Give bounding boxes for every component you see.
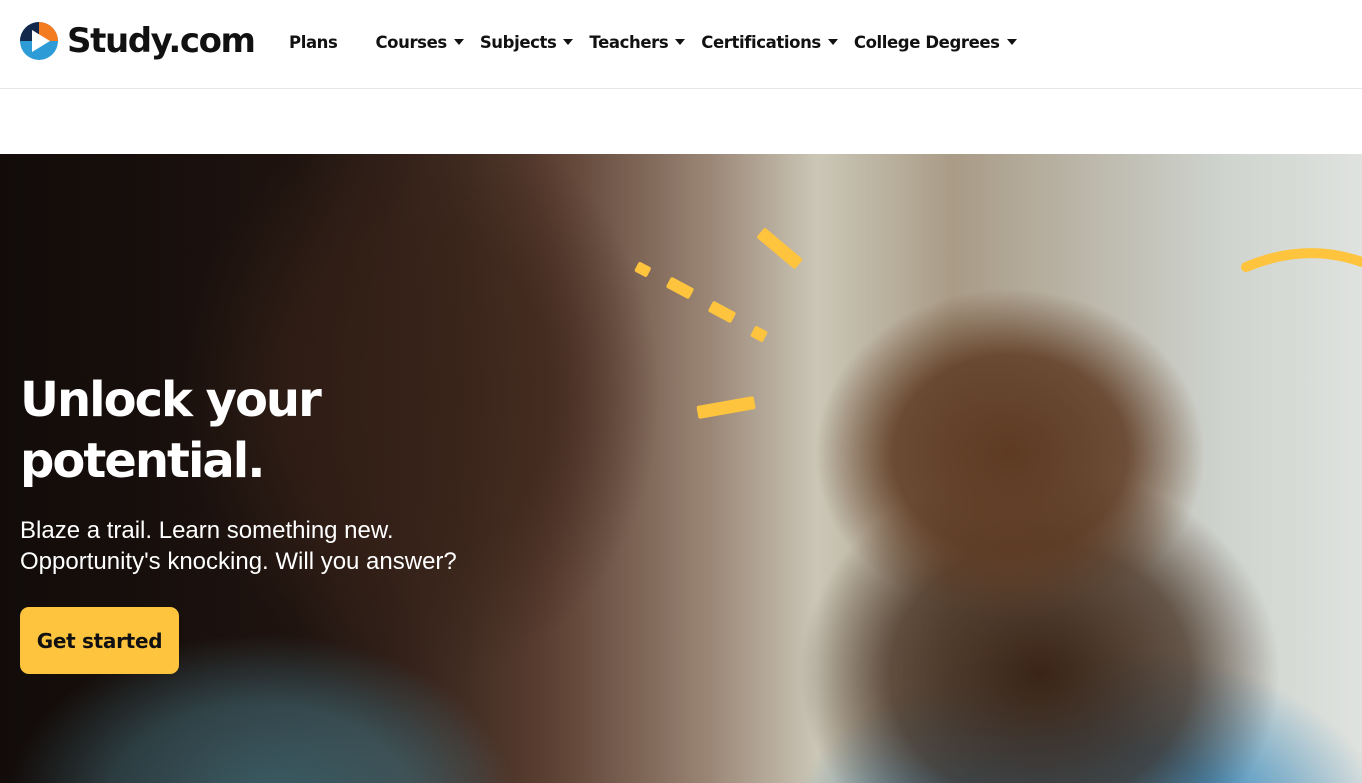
nav-subjects[interactable]: Subjects (480, 33, 574, 52)
nav-plans[interactable]: Plans (289, 32, 338, 52)
caret-down-icon (1006, 39, 1017, 45)
hero-subtext-line-2: Opportunity's knocking. Will you answer? (20, 548, 457, 575)
nav-college-degrees[interactable]: College Degrees (854, 33, 1017, 52)
hero-subtext-line-1: Blaze a trail. Learn something new. (20, 517, 394, 544)
caret-down-icon (563, 39, 574, 45)
nav-teachers-label: Teachers (589, 32, 669, 52)
logo-wordmark: Study.com (67, 21, 256, 61)
nav-certifications[interactable]: Certifications (701, 33, 838, 52)
site-header: Study.com Plans Courses Subjects Teacher… (0, 0, 1362, 89)
hero-banner: Unlock your potential. Blaze a trail. Le… (0, 154, 1362, 783)
main-nav: Plans Courses Subjects Teachers Certific… (289, 28, 1017, 56)
study-logo-icon (20, 22, 58, 60)
hero-subtext: Blaze a trail. Learn something new. Oppo… (20, 515, 540, 577)
site-logo[interactable]: Study.com (19, 20, 256, 62)
caret-down-icon (675, 39, 686, 45)
nav-certifications-label: Certifications (701, 32, 821, 52)
nav-courses[interactable]: Courses (375, 32, 464, 52)
nav-courses-label: Courses (375, 32, 447, 52)
nav-plans-label: Plans (289, 32, 338, 52)
nav-subjects-label: Subjects (479, 32, 557, 52)
caret-down-icon (827, 39, 838, 45)
nav-college-degrees-label: College Degrees (853, 32, 1000, 52)
caret-down-icon (453, 39, 464, 45)
nav-teachers[interactable]: Teachers (589, 32, 686, 52)
hero-headline: Unlock your potential. (20, 372, 322, 489)
get-started-button[interactable]: Get started (20, 607, 179, 674)
